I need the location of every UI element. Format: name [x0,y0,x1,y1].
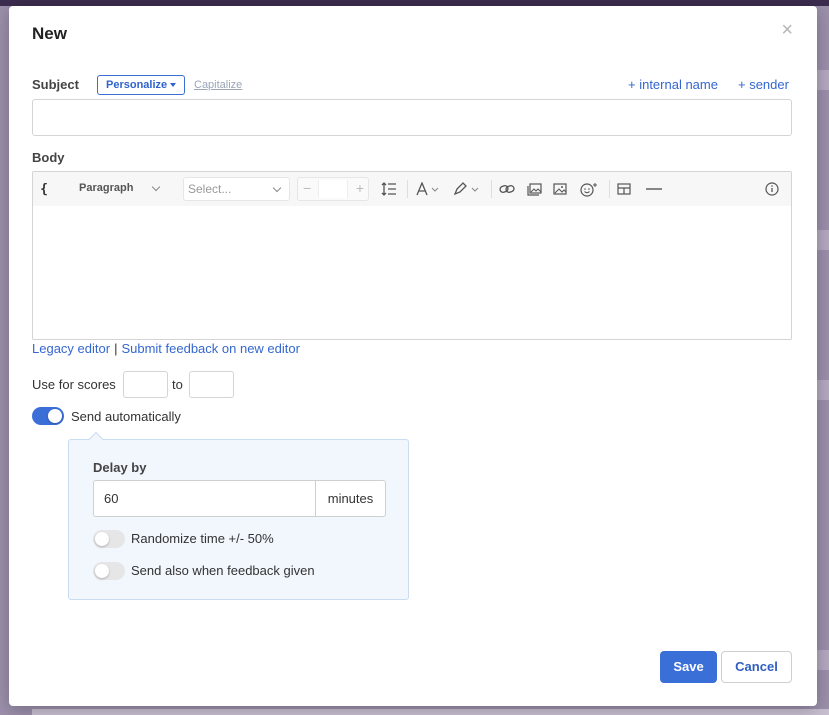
subject-label: Subject [32,77,79,92]
panel-pointer [88,431,104,447]
submit-feedback-link[interactable]: Submit feedback on new editor [121,341,300,356]
font-size-stepper[interactable]: − + [297,177,369,201]
score-to-label: to [172,377,183,392]
close-icon[interactable]: × [781,19,793,42]
randomize-time-label: Randomize time +/- 50% [131,531,274,546]
add-sender-link[interactable]: + sender [738,77,789,92]
new-message-modal: New × Subject Personalize Capitalize + i… [9,6,817,706]
link-separator: | [114,341,118,356]
randomize-time-toggle[interactable] [93,530,125,548]
score-from-input[interactable] [123,371,168,398]
horizontal-rule-icon[interactable] [641,172,667,206]
delay-settings-panel: Delay by 60 minutes Randomize time +/- 5… [68,431,409,600]
send-automatically-label: Send automatically [71,409,181,424]
personalize-label: Personalize [106,79,168,91]
font-size-input[interactable] [318,180,348,198]
background-footer [32,709,829,715]
background-row [815,650,829,670]
toolbar-divider [491,180,492,198]
background-row [815,380,829,400]
toggle-knob [95,532,109,546]
highlight-pen-icon[interactable] [451,172,483,206]
use-for-scores-label: Use for scores [32,377,116,392]
modal-title: New [32,24,67,43]
image-icon[interactable] [549,172,571,206]
score-to-input[interactable] [189,371,234,398]
info-icon[interactable] [761,172,783,206]
delay-unit-addon: minutes [315,480,386,517]
format-select-value: Paragraph [79,182,134,194]
toggle-knob [95,564,109,578]
caret-down-icon [170,83,177,88]
personalize-button[interactable]: Personalize [97,75,186,95]
table-icon[interactable] [613,172,635,206]
rich-text-editor[interactable]: { Paragraph Select... − + [32,171,792,340]
toolbar-divider [609,180,610,198]
body-label: Body [32,150,65,165]
font-family-select[interactable]: Select... [183,177,290,201]
chevron-down-icon [151,182,161,192]
send-when-feedback-toggle[interactable] [93,562,125,580]
font-color-icon[interactable] [413,172,443,206]
send-automatically-toggle[interactable] [32,407,64,425]
decrease-size-button[interactable]: − [303,180,311,196]
add-internal-name-link[interactable]: + internal name [628,77,718,92]
link-icon[interactable] [496,172,518,206]
background-row [815,230,829,250]
font-select-placeholder: Select... [188,182,232,196]
chevron-down-icon [272,183,282,193]
toolbar-divider [407,180,408,198]
editor-toolbar: { Paragraph Select... − + [33,172,791,206]
editor-content-area[interactable] [33,206,791,339]
delay-by-label: Delay by [93,460,147,475]
subject-input[interactable] [32,99,792,136]
send-when-feedback-label: Send also when feedback given [131,563,315,578]
legacy-editor-link[interactable]: Legacy editor [32,341,110,356]
background-row [815,70,829,90]
save-button[interactable]: Save [660,651,717,683]
cancel-button[interactable]: Cancel [721,651,792,683]
emoji-icon[interactable] [577,172,601,206]
increase-size-button[interactable]: + [356,180,364,196]
code-icon[interactable]: { [37,172,51,206]
toggle-knob [48,409,62,423]
capitalize-link[interactable]: Capitalize [194,79,242,91]
line-height-icon[interactable] [377,172,401,206]
delay-value-input[interactable]: 60 [93,480,315,517]
image-gallery-icon[interactable] [523,172,545,206]
format-select[interactable]: Paragraph [67,172,167,206]
editor-links: Legacy editor | Submit feedback on new edi… [32,341,300,356]
